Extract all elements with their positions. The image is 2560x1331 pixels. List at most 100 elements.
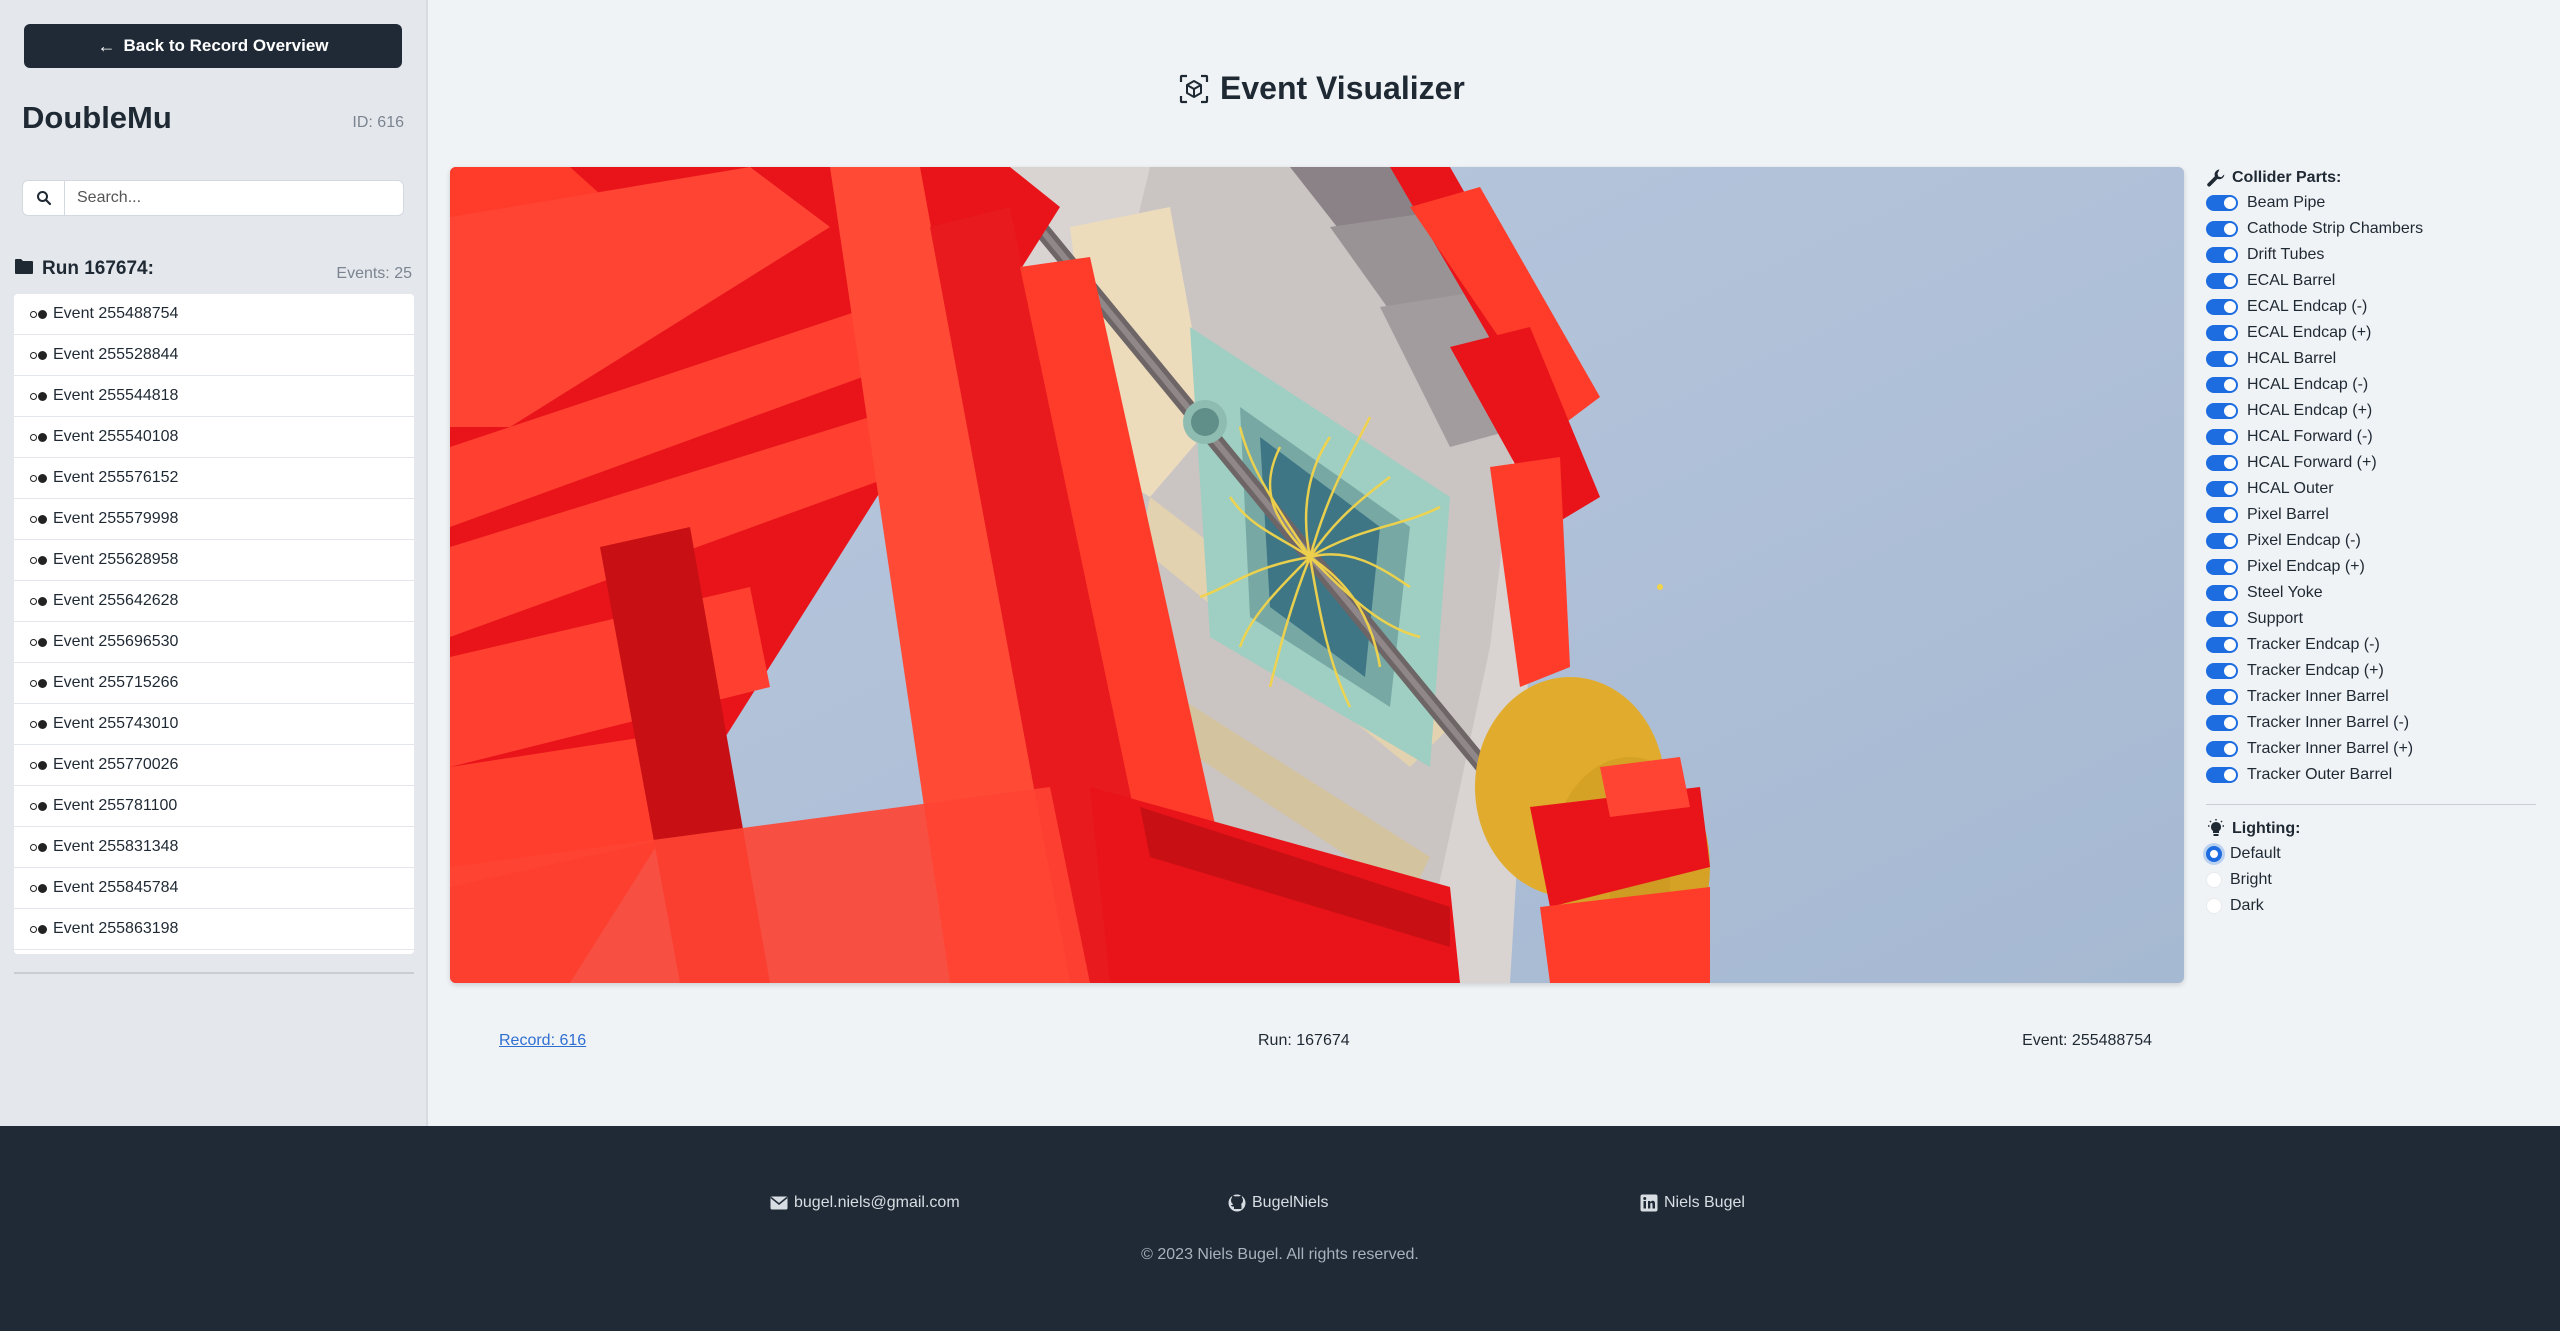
collider-part-toggle-row[interactable]: Tracker Inner Barrel (-): [2206, 710, 2536, 736]
radio-button[interactable]: [2206, 846, 2222, 862]
collider-part-toggle-row[interactable]: Drift Tubes: [2206, 242, 2536, 268]
collider-part-toggle-row[interactable]: HCAL Forward (+): [2206, 450, 2536, 476]
footer-linkedin-link[interactable]: Niels Bugel: [1640, 1194, 1745, 1212]
toggle-switch[interactable]: [2206, 585, 2238, 601]
toggle-switch[interactable]: [2206, 221, 2238, 237]
event-list-item[interactable]: Event 255831348: [14, 827, 414, 868]
collider-part-toggle-row[interactable]: ECAL Endcap (+): [2206, 320, 2536, 346]
collider-part-toggle-row[interactable]: HCAL Outer: [2206, 476, 2536, 502]
collider-part-toggle-row[interactable]: Tracker Endcap (+): [2206, 658, 2536, 684]
toggle-switch[interactable]: [2206, 611, 2238, 627]
lighting-option-default[interactable]: Default: [2206, 841, 2536, 867]
collider-part-toggle-row[interactable]: Beam Pipe: [2206, 190, 2536, 216]
collider-part-label: Tracker Outer Barrel: [2247, 766, 2393, 783]
event-list: Event 255488754 Event 255528844 Event 2555…: [14, 294, 414, 954]
toggle-switch[interactable]: [2206, 715, 2238, 731]
collider-part-toggle-row[interactable]: HCAL Forward (-): [2206, 424, 2536, 450]
event-list-item[interactable]: Event 255770026: [14, 745, 414, 786]
collider-part-toggle-row[interactable]: Pixel Barrel: [2206, 502, 2536, 528]
folder-icon: [14, 258, 34, 280]
muon-pair-icon: [30, 883, 47, 893]
toggle-switch[interactable]: [2206, 195, 2238, 211]
toggle-switch[interactable]: [2206, 663, 2238, 679]
collider-part-toggle-row[interactable]: Tracker Endcap (-): [2206, 632, 2536, 658]
toggle-switch[interactable]: [2206, 299, 2238, 315]
toggle-switch[interactable]: [2206, 533, 2238, 549]
toggle-switch[interactable]: [2206, 403, 2238, 419]
run-header[interactable]: Run 167674:: [14, 258, 154, 280]
footer-github: BugelNiels: [1252, 1194, 1329, 1211]
event-list-item[interactable]: Event 255845784: [14, 868, 414, 909]
back-to-record-overview-button[interactable]: ← Back to Record Overview: [24, 24, 402, 68]
collider-part-toggle-row[interactable]: Support: [2206, 606, 2536, 632]
event-list-item[interactable]: Event 255528844: [14, 335, 414, 376]
arrow-left-icon: ←: [97, 35, 116, 56]
sidebar-divider: [14, 972, 414, 974]
collider-part-toggle-row[interactable]: ECAL Barrel: [2206, 268, 2536, 294]
collider-part-toggle-row[interactable]: Steel Yoke: [2206, 580, 2536, 606]
collider-part-toggle-row[interactable]: Tracker Inner Barrel: [2206, 684, 2536, 710]
collider-part-toggle-row[interactable]: Pixel Endcap (-): [2206, 528, 2536, 554]
event-list-item[interactable]: Event 255743010: [14, 704, 414, 745]
collider-part-label: ECAL Endcap (+): [2247, 324, 2372, 341]
page-title: Event Visualizer: [1178, 70, 1465, 107]
radio-button[interactable]: [2206, 898, 2222, 914]
toggle-switch[interactable]: [2206, 559, 2238, 575]
footer-email-link[interactable]: bugel.niels@gmail.com: [770, 1194, 960, 1212]
radio-button[interactable]: [2206, 872, 2222, 888]
collider-part-label: HCAL Endcap (+): [2247, 402, 2373, 419]
event-3d-viewer[interactable]: [450, 167, 2184, 983]
toggle-switch[interactable]: [2206, 637, 2238, 653]
event-list-item[interactable]: Event 255696530: [14, 622, 414, 663]
lighting-option-dark[interactable]: Dark: [2206, 893, 2536, 919]
footer-github-link[interactable]: BugelNiels: [1228, 1194, 1328, 1212]
event-list-item[interactable]: Event 255781100: [14, 786, 414, 827]
event-list-item-label: Event 255628958: [53, 551, 179, 568]
run-title: Run 167674:: [42, 258, 154, 279]
toggle-switch[interactable]: [2206, 689, 2238, 705]
toggle-switch[interactable]: [2206, 351, 2238, 367]
event-list-item[interactable]: Event 255540108: [14, 417, 414, 458]
collider-part-toggle-row[interactable]: HCAL Endcap (+): [2206, 398, 2536, 424]
collider-part-toggle-row[interactable]: Pixel Endcap (+): [2206, 554, 2536, 580]
toggle-switch[interactable]: [2206, 377, 2238, 393]
event-list-item[interactable]: Event 255715266: [14, 663, 414, 704]
collider-parts-heading: Collider Parts:: [2206, 166, 2536, 190]
collider-part-label: Tracker Inner Barrel (-): [2247, 714, 2410, 731]
event-list-item-label: Event 255781100: [53, 797, 178, 814]
muon-pair-icon: [30, 514, 47, 524]
record-link[interactable]: Record: 616: [499, 1032, 586, 1050]
event-list-item[interactable]: Event 255488754: [14, 294, 414, 335]
toggle-switch[interactable]: [2206, 507, 2238, 523]
event-list-item[interactable]: Event 255642628: [14, 581, 414, 622]
toggle-switch[interactable]: [2206, 325, 2238, 341]
search-input[interactable]: [65, 181, 403, 215]
toggle-switch[interactable]: [2206, 273, 2238, 289]
collider-part-toggle-row[interactable]: Tracker Outer Barrel: [2206, 762, 2536, 788]
event-list-item[interactable]: Event 255579998: [14, 499, 414, 540]
collider-part-toggle-row[interactable]: HCAL Barrel: [2206, 346, 2536, 372]
event-list-item[interactable]: Event 255576152: [14, 458, 414, 499]
toggle-switch[interactable]: [2206, 429, 2238, 445]
collider-part-label: Pixel Barrel: [2247, 506, 2329, 523]
collider-part-toggle-row[interactable]: ECAL Endcap (-): [2206, 294, 2536, 320]
lighting-option-bright[interactable]: Bright: [2206, 867, 2536, 893]
collider-part-label: Tracker Endcap (-): [2247, 636, 2380, 653]
toggle-switch[interactable]: [2206, 481, 2238, 497]
toggle-switch[interactable]: [2206, 767, 2238, 783]
toggle-switch[interactable]: [2206, 741, 2238, 757]
collider-part-toggle-row[interactable]: Tracker Inner Barrel (+): [2206, 736, 2536, 762]
collider-part-toggle-row[interactable]: HCAL Endcap (-): [2206, 372, 2536, 398]
event-list-item[interactable]: Event 255863198: [14, 909, 414, 950]
collider-part-label: HCAL Outer: [2247, 480, 2334, 497]
toggle-switch[interactable]: [2206, 455, 2238, 471]
collider-part-toggle-row[interactable]: Cathode Strip Chambers: [2206, 216, 2536, 242]
event-list-item-label: Event 255579998: [53, 510, 179, 527]
toggle-switch[interactable]: [2206, 247, 2238, 263]
collider-part-label: ECAL Barrel: [2247, 272, 2336, 289]
collider-part-label: Pixel Endcap (+): [2247, 558, 2365, 575]
footer-email: bugel.niels@gmail.com: [794, 1194, 960, 1211]
event-list-item[interactable]: Event 255628958: [14, 540, 414, 581]
event-list-item[interactable]: Event 255544818: [14, 376, 414, 417]
search-box: [22, 180, 404, 216]
